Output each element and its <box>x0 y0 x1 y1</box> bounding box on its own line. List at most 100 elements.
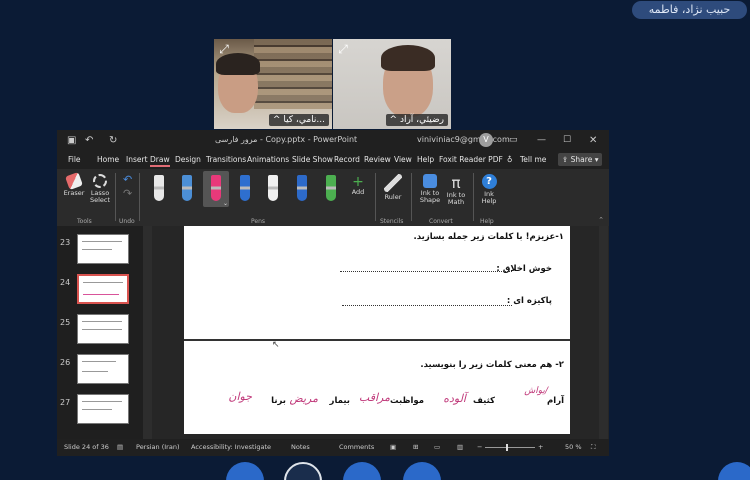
participants-button[interactable] <box>343 462 381 480</box>
spell-check-icon[interactable]: ▤ <box>117 443 123 451</box>
menu-design[interactable]: Design <box>175 155 201 164</box>
video-label: ^ رضيئي، آراد <box>385 114 448 126</box>
ink-to-shape-button[interactable]: Ink to Shape <box>417 174 443 204</box>
accessibility-status[interactable]: Accessibility: Investigate <box>191 443 271 451</box>
account-avatar[interactable]: V <box>479 133 493 147</box>
reading-view-icon[interactable]: ▭ <box>434 443 440 451</box>
menu-view[interactable]: View <box>394 155 412 164</box>
pen-royal-blue[interactable] <box>297 175 307 201</box>
participant-hair <box>381 45 435 71</box>
menu-draw[interactable]: Draw <box>150 155 170 167</box>
zoom-slider-thumb[interactable] <box>506 444 508 451</box>
slide-sorter-icon[interactable]: ⊞ <box>413 443 418 451</box>
zoom-in-icon[interactable]: + <box>538 443 543 451</box>
menu-bar: File Home Insert Draw Design Transitions… <box>57 152 609 169</box>
menu-review[interactable]: Review <box>364 155 391 164</box>
collapse-ribbon-icon[interactable]: ⌃ <box>598 216 604 224</box>
menu-slide-show[interactable]: Slide Show <box>292 155 333 164</box>
vocab-word: مواظبت <box>390 396 424 406</box>
vocab-word: برنا <box>271 396 286 406</box>
share-label: Share <box>570 155 593 164</box>
undo-group-label: Undo <box>119 218 135 225</box>
menu-transitions[interactable]: Transitions <box>206 155 246 164</box>
menu-file[interactable]: File <box>68 155 81 164</box>
bookshelf-background <box>254 39 332 109</box>
slide-thumbnail[interactable] <box>77 394 129 424</box>
pen-pink-selected[interactable] <box>211 175 221 201</box>
pen-blue[interactable] <box>182 175 192 201</box>
pen-pencil[interactable] <box>154 175 164 201</box>
answer-line <box>340 271 512 272</box>
slideshow-icon[interactable]: ▥ <box>457 443 463 451</box>
mouse-cursor-icon: ↖ <box>272 340 280 350</box>
shape-icon <box>423 174 437 188</box>
slide-thumbnail[interactable] <box>77 354 129 384</box>
highlighter-white[interactable] <box>268 175 278 201</box>
pen-dark-blue[interactable] <box>240 175 250 201</box>
slide-canvas[interactable]: ۱-عزیزم! با کلمات زیر جمله بسازید. خوش ا… <box>184 226 570 434</box>
comments-button[interactable]: Comments <box>339 443 374 451</box>
slide-thumbnails-pane: 23 24 25 26 27 <box>57 226 145 439</box>
lightbulb-icon: ♁ <box>507 155 513 164</box>
powerpoint-window: ▣ ↶ ↻ مرور فارسی - Copy.pptx - PowerPoin… <box>57 130 609 456</box>
lasso-select-button[interactable]: Lasso Select <box>87 174 113 204</box>
ink-to-shape-label: Ink to Shape <box>419 189 441 204</box>
menu-help[interactable]: Help <box>417 155 434 164</box>
plus-icon: + <box>352 174 364 190</box>
minimize-icon[interactable]: — <box>537 135 546 145</box>
tell-me-search[interactable]: Tell me <box>520 155 546 164</box>
ruler-button[interactable]: Ruler <box>379 174 407 201</box>
menu-record[interactable]: Record <box>334 155 360 164</box>
close-icon[interactable]: ✕ <box>589 135 597 146</box>
menu-animations[interactable]: Animations <box>247 155 289 164</box>
undo-ink-icon[interactable]: ↶ <box>123 173 132 186</box>
ink-to-math-button[interactable]: π Ink to Math <box>443 174 469 206</box>
chat-button[interactable] <box>226 462 264 480</box>
participant-video-1[interactable]: ⤢ ^ نامي، كيا... <box>214 39 332 129</box>
help-icon: ? <box>481 174 497 189</box>
chevron-down-icon[interactable]: ⌄ <box>223 200 228 207</box>
ink-help-button[interactable]: ? Ink Help <box>477 174 501 205</box>
language-indicator[interactable]: Persian (Iran) <box>136 443 180 451</box>
slide-thumbnail-selected[interactable] <box>77 274 129 304</box>
zoom-out-icon[interactable]: − <box>477 443 482 451</box>
word-1: خوش اخلاق : <box>496 264 552 274</box>
thumb-line <box>82 371 108 372</box>
expand-icon[interactable]: ⤢ <box>336 42 350 56</box>
stencils-group-label: Stencils <box>380 218 404 225</box>
thumb-number: 25 <box>60 318 71 327</box>
leave-call-button[interactable] <box>284 462 322 480</box>
zoom-slider[interactable] <box>485 447 535 448</box>
thumbnails-scrollbar[interactable] <box>143 226 152 439</box>
slide-thumbnail[interactable] <box>77 314 129 344</box>
convert-group-label: Convert <box>429 218 453 225</box>
ribbon-display-icon[interactable]: ▭ <box>509 135 518 145</box>
fit-slide-icon[interactable]: ⛶ <box>591 443 596 452</box>
redo-ink-icon[interactable]: ↷ <box>123 187 132 200</box>
ink-answer: یواش/ <box>524 386 548 396</box>
settings-button[interactable] <box>403 462 441 480</box>
normal-view-icon[interactable]: ▣ <box>390 443 396 451</box>
menu-foxit[interactable]: Foxit Reader PDF <box>439 155 503 164</box>
pen-green[interactable] <box>326 175 336 201</box>
question-2: ۲- هم معنی کلمات زیر را بنویسید. <box>420 360 564 370</box>
zoom-level[interactable]: 50 % <box>565 443 582 451</box>
menu-home[interactable]: Home <box>97 155 119 164</box>
save-icon[interactable]: ▣ <box>67 135 76 146</box>
menu-insert[interactable]: Insert <box>126 155 148 164</box>
slide-thumbnail[interactable] <box>77 234 129 264</box>
slide-scrollbar[interactable] <box>599 226 608 439</box>
expand-icon[interactable]: ⤢ <box>217 42 231 56</box>
maximize-icon[interactable]: ☐ <box>563 135 571 145</box>
redo-icon[interactable]: ↻ <box>109 135 117 146</box>
share-button[interactable]: ⇪ Share ▾ <box>558 153 603 166</box>
add-button[interactable] <box>718 462 750 480</box>
add-pen-button[interactable]: + Add <box>347 175 369 196</box>
notes-button[interactable]: Notes <box>291 443 310 451</box>
participant-name-chip[interactable]: حبيب نژاد، فاطمه <box>632 1 747 19</box>
title-bar: ▣ ↶ ↻ مرور فارسی - Copy.pptx - PowerPoin… <box>57 130 609 152</box>
ribbon-separator <box>115 173 116 221</box>
participant-video-2[interactable]: ⤢ ^ رضيئي، آراد <box>333 39 451 129</box>
undo-icon[interactable]: ↶ <box>85 135 93 146</box>
eraser-button[interactable]: Eraser <box>61 172 87 197</box>
